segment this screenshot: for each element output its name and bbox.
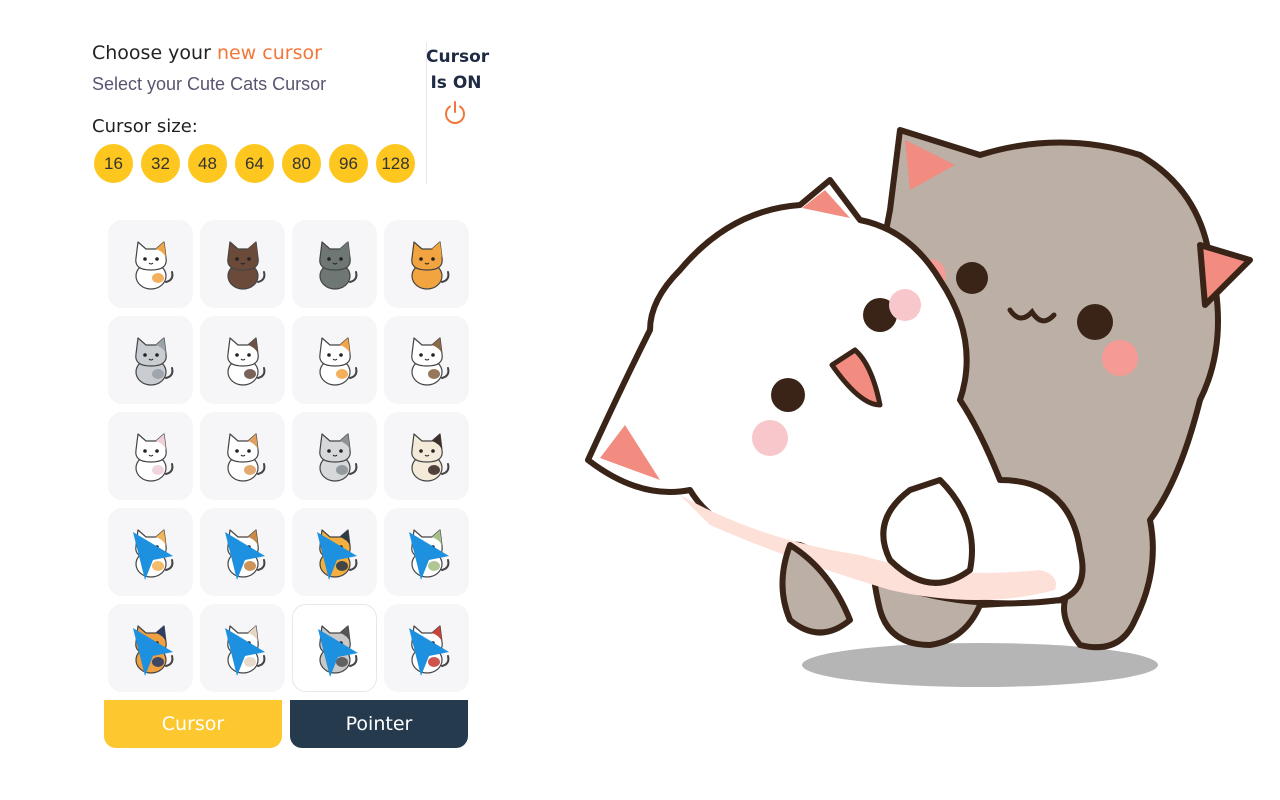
panel-subtitle: Select your Cute Cats Cursor [92,74,327,94]
tab-pointer[interactable]: Pointer [290,700,468,748]
calico-cat-icon [134,241,173,290]
cursor-option-siamese-cat[interactable] [384,412,469,500]
title-text: Choose your [92,42,217,64]
cursor-option-silver-tabby-cat[interactable] [292,412,377,500]
lying-calico-cat-icon [318,337,357,386]
cursor-option-patched-white-cat[interactable] [200,316,285,404]
cursor-option-sitting-calico-cat[interactable] [200,412,285,500]
cursor-option-pointer-white-cat[interactable] [200,604,285,692]
cursor-option-brown-cat[interactable] [200,220,285,308]
tabby-brown-cat-icon [410,337,449,386]
size-button-48[interactable]: 48 [188,144,227,183]
cursor-option-orange-cat[interactable] [384,220,469,308]
size-button-128[interactable]: 128 [376,144,415,183]
cursor-option-pointer-mustache-cat[interactable] [384,604,469,692]
status-line-2: Is ON [430,73,482,93]
mode-tabs: Cursor Pointer [104,700,468,748]
tab-cursor[interactable]: Cursor [104,700,282,748]
pointer-arrow-icon [409,532,449,580]
size-button-96[interactable]: 96 [329,144,368,183]
patched-white-cat-icon [226,337,265,386]
size-button-16[interactable]: 16 [94,144,133,183]
cursor-option-pointer-patch-cat[interactable] [200,508,285,596]
orange-cat-icon [410,241,449,290]
gray-cat-icon [318,241,357,290]
cursor-size-options: 16 32 48 64 80 96 128 [94,144,415,183]
size-button-32[interactable]: 32 [141,144,180,183]
cursor-option-pointer-calico-cat[interactable] [108,508,193,596]
cursor-option-tabby-brown-cat[interactable] [384,316,469,404]
pointer-arrow-icon [225,532,265,580]
cursor-grid [108,220,469,692]
pointer-arrow-icon [225,628,265,676]
sitting-calico-cat-icon [226,433,265,482]
cursor-size-label: Cursor size: [92,116,198,137]
cursor-option-gray-cat[interactable] [292,220,377,308]
cursor-option-pointer-police-cat[interactable] [292,508,377,596]
silver-tabby-cat-icon [318,433,357,482]
cursor-option-tabby-gray-cat[interactable] [108,316,193,404]
panel-title: Choose your new cursor [92,42,322,64]
cursor-panel: Choose your new cursor Select your Cute … [80,20,498,780]
cursor-option-pointer-helmet-cat[interactable] [384,508,469,596]
status-line-1: Cursor [426,47,490,67]
cursor-option-lying-calico-cat[interactable] [292,316,377,404]
cursor-option-calico-cat[interactable] [108,220,193,308]
cursor-option-white-cat[interactable] [108,412,193,500]
brown-cat-icon [226,241,265,290]
pointer-arrow-icon [317,532,357,580]
size-button-80[interactable]: 80 [282,144,321,183]
siamese-cat-icon [410,433,449,482]
pointer-arrow-icon [318,629,358,677]
pointer-arrow-icon [133,628,173,676]
size-button-64[interactable]: 64 [235,144,274,183]
hugging-cats-illustration [585,127,1253,687]
pointer-arrow-icon [133,532,173,580]
cursor-status: Cursor Is ON [426,44,490,96]
cursor-option-pointer-pirate-cat[interactable] [108,604,193,692]
cursor-option-pointer-chef-cat[interactable] [292,604,377,692]
tabby-gray-cat-icon [134,337,173,386]
title-accent-text: new cursor [216,42,322,64]
white-cat-icon [134,433,173,482]
power-icon[interactable] [442,100,468,126]
pointer-arrow-icon [409,628,449,676]
